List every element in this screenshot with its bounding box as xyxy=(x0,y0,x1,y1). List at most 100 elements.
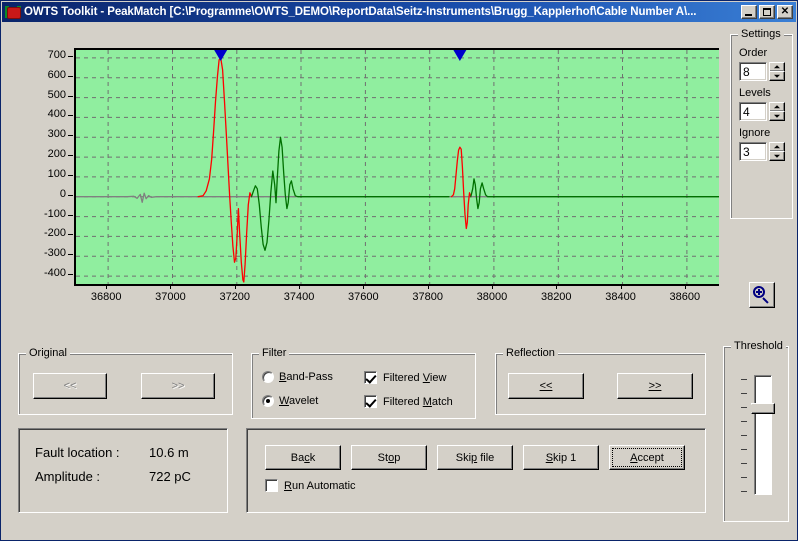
chevron-down-icon xyxy=(774,74,780,78)
threshold-slider-track[interactable] xyxy=(754,375,772,495)
y-tick-label: 700 xyxy=(47,48,66,61)
y-tick-label: 100 xyxy=(47,167,66,180)
filtered-match-label: Filtered Match xyxy=(383,395,453,408)
threshold-slider-thumb[interactable] xyxy=(747,403,775,414)
threshold-tick xyxy=(741,449,747,450)
threshold-tick xyxy=(741,477,747,478)
y-tick-mark xyxy=(68,254,73,256)
ignore-spinner-down[interactable] xyxy=(769,151,785,161)
y-tick-mark xyxy=(68,115,73,117)
x-tick-label: 37600 xyxy=(348,291,379,303)
accept-button[interactable]: Accept xyxy=(609,445,685,470)
run-automatic-checkbox[interactable]: Run Automatic xyxy=(265,479,356,492)
skip-1-button-label: Skip 1 xyxy=(545,451,577,464)
filtered-view-label: Filtered View xyxy=(383,371,447,384)
filtered-view-checkbox[interactable]: Filtered View xyxy=(364,371,446,384)
back-button-label: Back xyxy=(290,451,316,464)
series-matched-peak-1 xyxy=(197,57,253,283)
order-spinner[interactable] xyxy=(769,62,785,81)
x-tick-label: 37000 xyxy=(155,291,186,303)
order-input[interactable]: 8 xyxy=(739,62,767,81)
back-button[interactable]: Back xyxy=(265,445,341,470)
radio-selected-icon xyxy=(262,395,274,407)
peak-marker-2[interactable] xyxy=(453,50,467,61)
settings-group: Settings Order 8 Levels 4 Ignore 3 xyxy=(730,28,793,219)
threshold-group: Threshold xyxy=(723,340,789,522)
y-tick-label: -400 xyxy=(43,267,66,280)
close-button[interactable]: ✕ xyxy=(777,5,793,19)
skip-file-button-label: Skip file xyxy=(455,451,495,464)
y-tick-label: 500 xyxy=(47,88,66,101)
zoom-in-button[interactable] xyxy=(749,282,775,308)
bandpass-radio[interactable]: Band-Pass xyxy=(262,371,333,383)
y-tick-mark xyxy=(68,214,73,216)
levels-label: Levels xyxy=(739,87,771,99)
threshold-tick xyxy=(741,379,747,380)
maximize-button[interactable] xyxy=(759,5,775,19)
y-tick-label: -100 xyxy=(43,207,66,220)
filtered-match-checkbox[interactable]: Filtered Match xyxy=(364,395,453,408)
filter-group-label: Filter xyxy=(259,347,290,359)
levels-spinner-down[interactable] xyxy=(769,111,785,121)
original-prev-button[interactable]: << xyxy=(33,373,107,399)
x-tick-label: 38200 xyxy=(540,291,572,303)
skip-1-button[interactable]: Skip 1 xyxy=(523,445,599,470)
stop-button[interactable]: Stop xyxy=(351,445,427,470)
x-tick-label: 38600 xyxy=(669,291,701,303)
minimize-button[interactable] xyxy=(741,5,757,19)
peak-marker-1[interactable] xyxy=(214,50,228,61)
fault-location-value: 10.6 m xyxy=(149,445,189,460)
title-bar[interactable]: OWTS Toolkit - PeakMatch [C:\Programme\O… xyxy=(2,2,796,22)
y-tick-mark xyxy=(68,75,73,77)
order-spinner-down[interactable] xyxy=(769,71,785,81)
original-group: Original << >> xyxy=(18,347,233,415)
amplitude-value: 722 pC xyxy=(149,469,191,484)
skip-file-button[interactable]: Skip file xyxy=(437,445,513,470)
window-title: OWTS Toolkit - PeakMatch [C:\Programme\O… xyxy=(24,6,697,18)
y-tick-mark xyxy=(68,135,73,137)
reflection-group-label: Reflection xyxy=(503,347,558,359)
x-tick-label: 37800 xyxy=(412,291,443,303)
owts-app-icon xyxy=(5,5,21,20)
ignore-spinner[interactable] xyxy=(769,142,785,161)
reflection-prev-button[interactable]: << xyxy=(508,373,584,399)
y-tick-mark xyxy=(68,234,73,236)
filter-group: Filter Band-Pass Wavelet Filtered View F… xyxy=(251,347,476,419)
signal-plot[interactable] xyxy=(74,48,719,286)
stop-button-label: Stop xyxy=(377,451,401,464)
radio-icon xyxy=(262,371,274,383)
chevron-up-icon xyxy=(774,105,780,109)
y-tick-mark xyxy=(68,274,73,276)
levels-spinner[interactable] xyxy=(769,102,785,121)
chevron-up-icon xyxy=(774,145,780,149)
threshold-tick xyxy=(741,463,747,464)
y-tick-mark xyxy=(68,155,73,157)
plot-canvas xyxy=(76,50,719,284)
chevron-down-icon xyxy=(774,154,780,158)
checkmark-icon xyxy=(364,395,377,408)
x-tick-label: 38400 xyxy=(605,291,636,303)
series-filtered-signal-2 xyxy=(470,178,719,210)
checkmark-icon xyxy=(364,371,377,384)
application-window: OWTS Toolkit - PeakMatch [C:\Programme\O… xyxy=(0,0,798,541)
y-tick-mark xyxy=(68,95,73,97)
threshold-tick xyxy=(741,491,747,492)
series-filtered-signal xyxy=(250,136,450,251)
x-tick-label: 36800 xyxy=(90,291,122,303)
y-tick-mark xyxy=(68,194,73,196)
y-tick-mark xyxy=(68,174,73,176)
ignore-input[interactable]: 3 xyxy=(739,142,767,161)
action-panel: Back Stop Skip file Skip 1 Accept Run Au… xyxy=(246,428,706,513)
magnifier-plus-icon xyxy=(753,286,771,304)
original-next-button[interactable]: >> xyxy=(141,373,215,399)
run-automatic-label: Run Automatic xyxy=(284,479,356,492)
y-tick-label: 200 xyxy=(47,148,66,161)
fault-location-label: Fault location : xyxy=(35,445,120,460)
levels-input[interactable]: 4 xyxy=(739,102,767,121)
bandpass-label: Band-Pass xyxy=(279,371,333,383)
fault-info-panel: Fault location : 10.6 m Amplitude : 722 … xyxy=(18,428,228,513)
reflection-next-button[interactable]: >> xyxy=(617,373,693,399)
settings-group-label: Settings xyxy=(738,28,784,40)
wavelet-radio[interactable]: Wavelet xyxy=(262,395,318,407)
y-tick-label: 300 xyxy=(47,128,66,141)
